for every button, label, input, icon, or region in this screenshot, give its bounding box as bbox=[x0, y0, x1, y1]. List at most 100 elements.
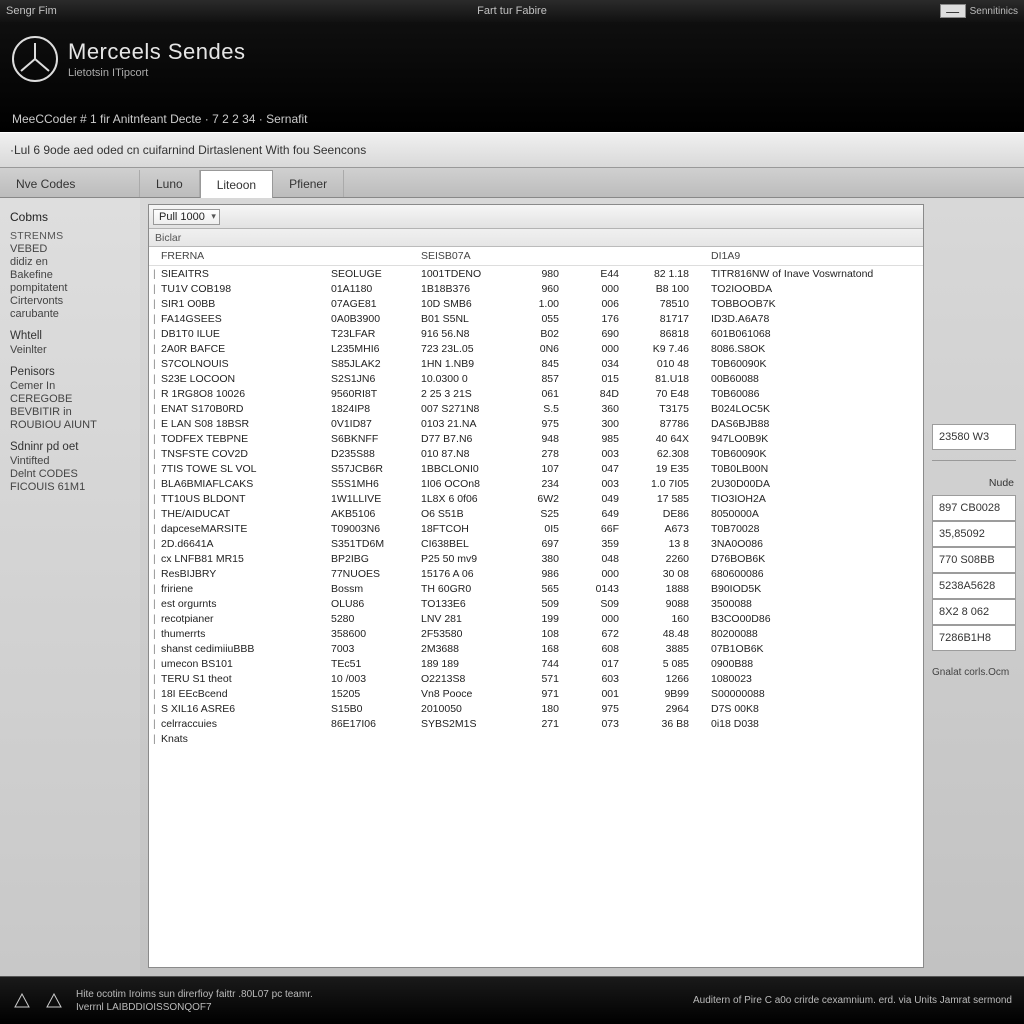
table-cell: S6BKNFF bbox=[327, 431, 417, 446]
table-row[interactable]: |TNSFSTE COV2DD235S88010 87.N827800362.3… bbox=[149, 446, 923, 461]
table-cell: ENAT S170B0RD bbox=[157, 401, 327, 416]
table-toolbar: Pull 1000 bbox=[149, 205, 923, 229]
table-row[interactable]: |TODFEX TEBPNES6BKNFFD77 B7.N694898540 6… bbox=[149, 431, 923, 446]
settings-link[interactable]: Sennitinics bbox=[970, 6, 1018, 17]
table-row[interactable]: |dapceseMARSITET09003N618FTCOH0I566FA673… bbox=[149, 521, 923, 536]
table-cell: 1080023 bbox=[707, 671, 923, 686]
table-cell: SIEAITRS bbox=[157, 266, 327, 282]
table-cell: 10 /003 bbox=[327, 671, 417, 686]
column-header[interactable]: SEISB07A bbox=[417, 247, 517, 266]
column-header[interactable]: FRERNA bbox=[157, 247, 327, 266]
table-cell: TNSFSTE COV2D bbox=[157, 446, 327, 461]
table-row[interactable]: |celrraccuies86E17I06SYBS2M1S27107336 B8… bbox=[149, 716, 923, 731]
brand-logo-icon bbox=[12, 36, 58, 82]
table-cell: 359 bbox=[577, 536, 637, 551]
table-row[interactable]: |FA14GSEES0A0B3900B01 S5NL05517681717ID3… bbox=[149, 311, 923, 326]
table-row[interactable]: |umecon BS101TEc51189 1897440175 0850900… bbox=[149, 656, 923, 671]
table-cell: S00000088 bbox=[707, 686, 923, 701]
filter-row[interactable]: Biclar bbox=[149, 229, 923, 247]
table-row[interactable]: |shanst cedimiiuBBB70032M368816860838850… bbox=[149, 641, 923, 656]
table-row[interactable]: |TT10US BLDONT1W1LLIVE1L8X 6 0f066W20491… bbox=[149, 491, 923, 506]
tab-pfiener[interactable]: Pfiener bbox=[273, 170, 344, 197]
sidebar-item[interactable]: FICOUIS 61M1 bbox=[10, 481, 140, 493]
table-row[interactable]: |TU1V COB19801A11801B18B376960000B8 100T… bbox=[149, 281, 923, 296]
table-cell: 006 bbox=[577, 296, 637, 311]
detail-value-box: 7286B1H8 bbox=[932, 625, 1016, 651]
rowcount-combo[interactable]: Pull 1000 bbox=[153, 209, 220, 225]
table-row[interactable]: |SIR1 O0BB07AGE8110D SMB61.0000678510TOB… bbox=[149, 296, 923, 311]
table-row[interactable]: |est orgurntsOLU86TO133E6509S09908835000… bbox=[149, 596, 923, 611]
sidebar-item[interactable]: didiz en bbox=[10, 256, 140, 268]
column-header[interactable] bbox=[577, 247, 637, 266]
table-cell: 672 bbox=[577, 626, 637, 641]
table-row[interactable]: |18I EEcBcend15205Vn8 Pooce9710019B99S00… bbox=[149, 686, 923, 701]
tab-nve-codes[interactable]: Nve Codes bbox=[0, 170, 140, 197]
table-cell: 10.0300 0 bbox=[417, 371, 517, 386]
sidebar-item[interactable]: Delnt CODES bbox=[10, 468, 140, 480]
table-cell: 1.0 7I05 bbox=[637, 476, 707, 491]
table-cell: cx LNFB81 MR15 bbox=[157, 551, 327, 566]
table-row[interactable]: |7TIS TOWE SL VOLS57JCB6R1BBCLONI0107047… bbox=[149, 461, 923, 476]
table-cell bbox=[577, 731, 637, 746]
table-row[interactable]: |S XIL16 ASRE6S15B020100501809752964D7S … bbox=[149, 701, 923, 716]
table-row[interactable]: |R 1RG8O8 100269560RI8T2 25 3 21S06184D7… bbox=[149, 386, 923, 401]
sidebar-item[interactable]: VEBED bbox=[10, 243, 140, 255]
table-cell: 62.308 bbox=[637, 446, 707, 461]
table-row[interactable]: |DB1T0 ILUET23LFAR916 56.N8B026908681860… bbox=[149, 326, 923, 341]
sidebar-item[interactable]: ROUBIOU AIUNT bbox=[10, 419, 140, 431]
table-cell: 1I06 OCOn8 bbox=[417, 476, 517, 491]
table-row[interactable]: |THE/AIDUCATAKB5106O6 S51BS25649DE868050… bbox=[149, 506, 923, 521]
table-row[interactable]: |ResBIJBRY77NUOES15176 A 0698600030 0868… bbox=[149, 566, 923, 581]
minimize-button[interactable]: — bbox=[940, 4, 966, 18]
sidebar-item[interactable]: Vintifted bbox=[10, 455, 140, 467]
table-cell: 271 bbox=[517, 716, 577, 731]
table-cell: SEOLUGE bbox=[327, 266, 417, 282]
table-row[interactable]: |fririeneBossmTH 60GR056501431888B90IOD5… bbox=[149, 581, 923, 596]
sidebar-item[interactable]: pompitatent bbox=[10, 282, 140, 294]
sidebar-item[interactable]: carubante bbox=[10, 308, 140, 320]
footer-logo-icon bbox=[12, 991, 32, 1011]
sidebar-item[interactable]: Cirtervonts bbox=[10, 295, 140, 307]
table-row[interactable]: |E LAN S08 18BSR0V1ID870103 21.NA9753008… bbox=[149, 416, 923, 431]
tab-liteoon[interactable]: Liteoon bbox=[200, 170, 273, 198]
sidebar-item[interactable]: BEVBITIR in bbox=[10, 406, 140, 418]
sidebar-item[interactable]: Bakefine bbox=[10, 269, 140, 281]
sidebar-item[interactable]: CEREGOBE bbox=[10, 393, 140, 405]
table-row[interactable]: |thumerrts3586002F5358010867248.48802000… bbox=[149, 626, 923, 641]
table-cell: TT10US BLDONT bbox=[157, 491, 327, 506]
table-row[interactable]: |2D.d6641AS351TD6MCI638BEL69735913 83NA0… bbox=[149, 536, 923, 551]
brand-title: Merceels Sendes bbox=[68, 39, 245, 65]
table-cell: 1BBCLONI0 bbox=[417, 461, 517, 476]
column-header[interactable] bbox=[637, 247, 707, 266]
table-row[interactable]: |BLA6BMIAFLCAKSS5S1MH61I06 OCOn82340031.… bbox=[149, 476, 923, 491]
table-row[interactable]: |recotpianer5280LNV 281199000160B3CO00D8… bbox=[149, 611, 923, 626]
table-row[interactable]: |Knats bbox=[149, 731, 923, 746]
sidebar-item[interactable]: Cemer In bbox=[10, 380, 140, 392]
table-row[interactable]: |TERU S1 theot10 /003O2213S8571603126610… bbox=[149, 671, 923, 686]
detail-value-box: 5238A5628 bbox=[932, 573, 1016, 599]
column-header[interactable]: DI1A9 bbox=[707, 247, 923, 266]
table-row[interactable]: |SIEAITRSSEOLUGE1001TDENO980E4482 1.18TI… bbox=[149, 266, 923, 282]
table-row[interactable]: |ENAT S170B0RD1824IP8007 S271N8S.5360T31… bbox=[149, 401, 923, 416]
sidebar-item[interactable]: Veinlter bbox=[10, 344, 140, 356]
table-cell: S25 bbox=[517, 506, 577, 521]
table-cell: 2U30D00DA bbox=[707, 476, 923, 491]
table-cell: 649 bbox=[577, 506, 637, 521]
table-cell: 073 bbox=[577, 716, 637, 731]
table-cell: 180 bbox=[517, 701, 577, 716]
tab-luno[interactable]: Luno bbox=[140, 170, 200, 197]
table-cell: TITR816NW of Inave Voswrnatond bbox=[707, 266, 923, 282]
column-header[interactable] bbox=[327, 247, 417, 266]
table-row[interactable]: |2A0R BAFCEL235MHI6723 23L.050N6000K9 7.… bbox=[149, 341, 923, 356]
column-header[interactable] bbox=[517, 247, 577, 266]
table-cell: 1L8X 6 0f06 bbox=[417, 491, 517, 506]
table-cell: 000 bbox=[577, 281, 637, 296]
table-row[interactable]: |S23E LOCOONS2S1JN610.0300 085701581.U18… bbox=[149, 371, 923, 386]
table-cell: DAS6BJB88 bbox=[707, 416, 923, 431]
table-row[interactable]: |cx LNFB81 MR15BP2IBGP25 50 mv9380048226… bbox=[149, 551, 923, 566]
data-table: FRERNA SEISB07A DI1A9 |SIEAITRSSEOLUGE1001… bbox=[149, 247, 923, 746]
detail-value-box: 35,85092 bbox=[932, 521, 1016, 547]
table-row[interactable]: |S7COLNOUISS85JLAK21HN 1.NB9845034010 48… bbox=[149, 356, 923, 371]
detail-value-box: 897 CB0028 bbox=[932, 495, 1016, 521]
table-cell: E44 bbox=[577, 266, 637, 282]
